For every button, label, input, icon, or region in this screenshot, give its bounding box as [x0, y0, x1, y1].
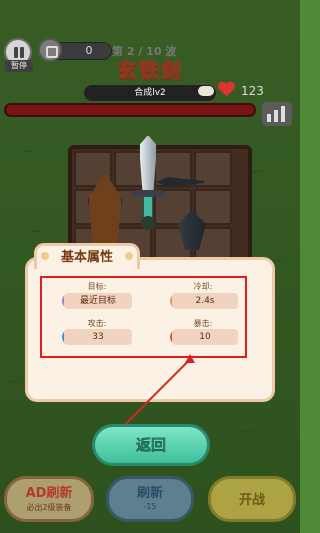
attack-label: 攻击: — [87, 319, 107, 328]
heart-icon — [222, 82, 238, 98]
cooldown-value: 2.4s — [172, 293, 238, 309]
start-battle-label: 开战 — [238, 493, 265, 508]
refresh-label: 刷新 — [136, 486, 163, 501]
cooldown-label: 冷却: — [193, 282, 213, 291]
crit-label: 暴击: — [193, 319, 213, 328]
iron-sword-handle — [143, 196, 153, 218]
attack-value: 33 — [64, 329, 132, 345]
stats-chart-icon[interactable] — [262, 102, 292, 126]
ad-refresh-label: AD刷新 — [25, 486, 73, 501]
ad-refresh-sublabel: 必出2级装备 — [26, 503, 72, 512]
merge-level-banner: 合成lv2 — [84, 85, 216, 101]
target-value: 最近目标 — [64, 293, 132, 309]
weapon-name-title: 玄铁剑 — [117, 58, 183, 83]
iron-sword-pommel — [141, 216, 155, 230]
annotation-arrow-head — [185, 354, 195, 363]
pause-label: 暂停 — [5, 60, 33, 72]
attribute-panel-tab: 基本属性 — [34, 243, 140, 269]
cloud-ornament-right — [198, 86, 214, 96]
target-label: 目标: — [87, 282, 107, 291]
refresh-cost: -15 — [143, 502, 157, 511]
coin-icon — [38, 38, 62, 62]
hp-bar — [4, 103, 256, 117]
back-button[interactable]: 返回 — [92, 424, 210, 466]
crit-value: 10 — [172, 329, 238, 345]
hp-value: 123 — [241, 84, 264, 98]
